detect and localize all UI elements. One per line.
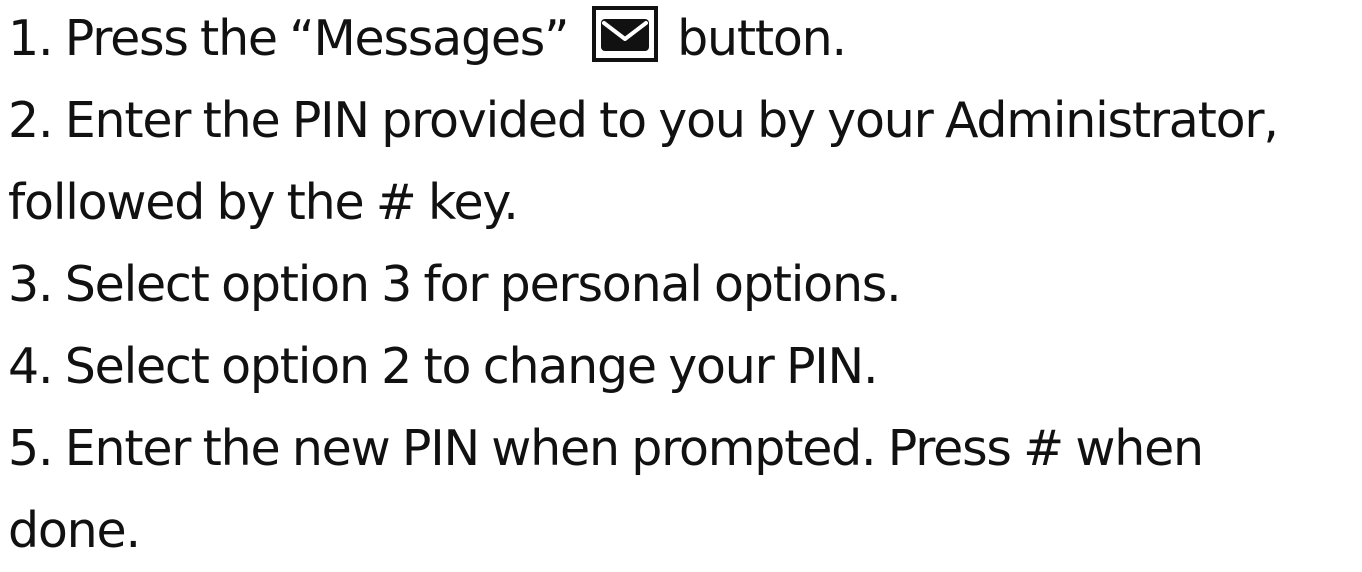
pin-change-instructions: 1. Press the “Messages” button. 2. Enter… <box>8 0 1362 572</box>
step-1-text-end: button. <box>677 10 847 67</box>
step-1: 1. Press the “Messages” button. <box>8 0 1362 80</box>
step-5: 5. Enter the new PIN when prompted. Pres… <box>8 420 1204 477</box>
envelope-icon <box>591 5 659 63</box>
step-5-continued: done. <box>8 502 141 559</box>
step-2: 2. Enter the PIN provided to you by your… <box>8 92 1279 149</box>
step-4: 4. Select option 2 to change your PIN. <box>8 338 879 395</box>
step-2-continued: followed by the # key. <box>8 174 519 231</box>
step-3: 3. Select option 3 for personal options. <box>8 256 902 313</box>
step-1-text: 1. Press the “Messages” <box>8 10 570 67</box>
